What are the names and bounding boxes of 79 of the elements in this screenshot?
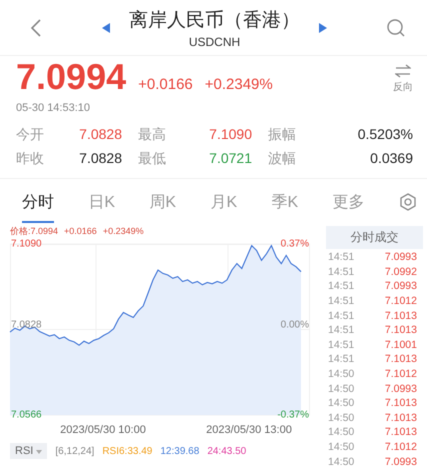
trade-price: 7.0993: [384, 251, 417, 264]
caret-icon: [36, 450, 42, 454]
price-change: +0.0166: [138, 76, 193, 93]
indicator-dropdown[interactable]: RSI: [10, 443, 48, 459]
chart-tab[interactable]: 更多: [332, 180, 365, 223]
trade-price: 7.1013: [384, 324, 417, 336]
symbol-code: USDCNH: [188, 34, 240, 48]
stat-value: 7.1090: [208, 126, 253, 144]
trade-price: 7.0993: [384, 382, 417, 395]
chart-tab[interactable]: 周K: [149, 180, 176, 223]
price-info-change: +0.0166: [64, 226, 97, 236]
page-title: 离岸人民币（香港）: [129, 8, 300, 32]
stat-label: 昨收: [16, 150, 45, 168]
stat-value: 7.0828: [78, 150, 123, 168]
price-info-percent: +0.2349%: [102, 226, 144, 236]
quote-time: 05-30 14:53:10: [16, 102, 90, 114]
trade-time: 14:50: [328, 412, 354, 424]
trade-time: 14:51: [328, 324, 354, 336]
axis-label: 7.0566: [11, 410, 42, 421]
stat-value: 7.0828: [78, 126, 123, 144]
trade-price: 7.1012: [384, 368, 417, 380]
previous-icon[interactable]: [102, 22, 110, 32]
trade-time: 14:50: [328, 397, 354, 410]
stat-label: 最高: [138, 126, 167, 144]
indicator-value: 12:39.68: [160, 446, 200, 456]
price-info: 价格:7.0994: [10, 224, 58, 238]
trade-price: 7.1013: [384, 412, 417, 424]
trade-time: 14:51: [328, 266, 354, 278]
stat-value: 7.0721: [208, 150, 253, 168]
trade-price: 7.1013: [384, 353, 417, 366]
trade-time: 14:51: [328, 353, 354, 366]
trade-price: 7.1013: [384, 397, 417, 410]
indicator-value: RSI6:33.49: [102, 446, 152, 456]
swap-icon[interactable]: [395, 64, 411, 78]
trade-time: 14:51: [328, 251, 354, 264]
stat-label: 今开: [16, 126, 45, 144]
trade-time: 14:50: [328, 382, 354, 395]
trade-time: 14:50: [328, 426, 354, 438]
trades-header: 分时成交: [326, 226, 423, 249]
next-icon[interactable]: [319, 22, 327, 32]
axis-label: -0.37%: [277, 410, 309, 421]
trade-price: 7.0993: [384, 456, 417, 468]
price-change-percent: +0.2349%: [204, 76, 273, 93]
axis-label: 0.37%: [280, 238, 309, 250]
chart-tab[interactable]: 分时: [22, 180, 54, 223]
trade-price: 7.1012: [384, 441, 417, 454]
current-price: 7.0994: [16, 56, 126, 98]
trade-price: 7.1013: [384, 426, 417, 438]
trade-price: 7.0992: [384, 266, 417, 278]
stat-label: 波幅: [268, 150, 297, 168]
trade-price: 7.1001: [384, 338, 417, 351]
back-icon[interactable]: [30, 18, 42, 38]
chart-tab[interactable]: 季K: [272, 180, 298, 223]
time-label: 2023/05/30 10:00: [60, 424, 146, 436]
stat-value: 0.5203%: [356, 126, 413, 144]
trade-time: 14:51: [328, 295, 354, 308]
trade-time: 14:51: [328, 280, 354, 292]
chart-tab[interactable]: 日K: [88, 180, 116, 223]
trade-time: 14:51: [328, 310, 354, 322]
search-icon[interactable]: [387, 18, 405, 36]
trade-price: 7.1013: [384, 310, 417, 322]
stat-value: 0.0369: [369, 150, 413, 168]
chart-tab[interactable]: 月K: [210, 180, 238, 223]
indicator-value: 24:43.50: [207, 446, 246, 456]
axis-label: 7.0828: [11, 320, 42, 330]
reverse-label[interactable]: 反向: [393, 80, 413, 94]
trade-price: 7.0993: [384, 280, 417, 292]
stat-label: 振幅: [268, 126, 297, 144]
trade-time: 14:50: [328, 456, 354, 468]
trade-time: 14:50: [328, 441, 354, 454]
time-label: 2023/05/30 13:00: [206, 424, 292, 436]
trade-time: 14:50: [328, 368, 354, 380]
stat-label: 最低: [138, 150, 167, 168]
trade-time: 14:51: [328, 338, 354, 351]
settings-icon[interactable]: [398, 192, 417, 210]
trade-price: 7.1012: [384, 295, 417, 308]
axis-label: 0.00%: [280, 320, 309, 330]
axis-label: 7.1090: [11, 238, 42, 250]
indicator-params: [6,12,24]: [55, 446, 94, 456]
